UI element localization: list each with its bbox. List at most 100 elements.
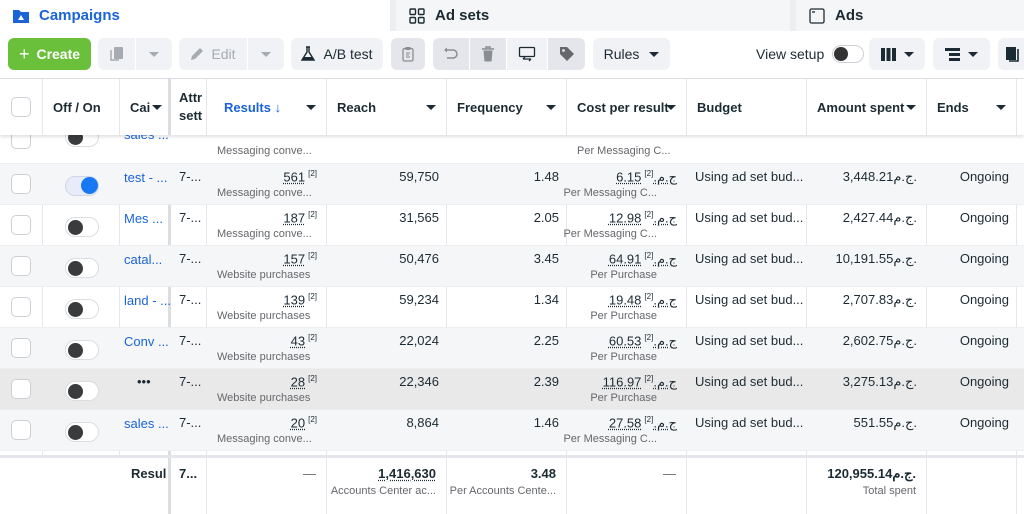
tab-ad-sets[interactable]: Ad sets [390,0,790,31]
chevron-down-icon [996,105,1006,110]
campaign-name-link[interactable]: land - ... [124,293,171,308]
edit-label: Edit [211,46,236,62]
edit-dropdown-button[interactable] [248,38,284,70]
campaign-toggle[interactable] [65,176,99,196]
header-results[interactable]: Results ↓ [207,79,327,135]
campaign-name-link[interactable]: Mes ... [124,211,163,226]
frequency-value: 1.48 [533,169,559,184]
results-value: 139 [283,292,306,308]
campaign-name-link[interactable]: test - ... [124,170,167,185]
table-row[interactable]: ••• 7-... 28 [2] Website purchases 22,346 2.39… [0,369,1024,410]
cost-per-result-value: 64.91ج.م. [608,251,677,267]
undo-icon [444,47,458,59]
results-type: Website purchases [217,310,311,322]
row-checkbox[interactable] [11,297,31,317]
campaign-toggle[interactable] [65,299,99,319]
edit-button[interactable]: Edit [179,38,247,70]
footnote-marker: [2] [644,374,654,383]
amount-spent-value: 2,427.44ج.م. [842,210,917,225]
campaigns-table: Off / On Cai Attr sett Results ↓ Reach F… [0,78,1024,514]
breakdown-button[interactable] [933,38,990,70]
footer-reach-sub: Accounts Center ac... [330,485,436,497]
results-value: 157 [283,251,306,267]
view-setup-toggle[interactable] [832,45,865,63]
table-header: Off / On Cai Attr sett Results ↓ Reach F… [0,79,1024,135]
tag-button[interactable] [548,38,585,70]
header-frequency[interactable]: Frequency [447,79,567,135]
table-row[interactable]: sales ... 7-... 20 [2] Messaging conve... 8,8… [0,410,1024,451]
flask-icon [301,46,316,61]
row-checkbox[interactable] [11,174,31,194]
undo-button[interactable] [433,38,469,70]
campaign-name-link[interactable]: catal... [124,252,162,267]
clipboard-icon [402,47,414,62]
header-toggle: Off / On [43,79,120,135]
header-budget[interactable]: Budget [687,79,807,135]
footnote-marker: [2] [644,169,654,178]
select-all-checkbox[interactable] [11,97,31,117]
toggle-knob [68,425,83,440]
header-campaign[interactable]: Cai [120,79,171,135]
compare-button[interactable] [507,38,547,70]
columns-button[interactable] [869,38,925,70]
toolbar: + Create Edit A/B test Rules View setup [0,38,1024,71]
header-amount-spent[interactable]: Amount spent [807,79,927,135]
row-checkbox[interactable] [11,379,31,399]
cost-type: Per Purchase [590,392,657,404]
table-row[interactable]: land - ... 7-... 139 [2] Website purchases 59… [0,287,1024,328]
delete-button[interactable] [470,38,506,70]
amount-spent-value: 2,707.83ج.م. [842,292,917,307]
folder-icon [12,7,30,25]
footnote-marker: [2] [308,292,317,301]
row-checkbox[interactable] [11,215,31,235]
pencil-icon [191,48,204,60]
ends-value: Ongoing [959,210,1009,225]
tab-campaigns[interactable]: Campaigns [0,0,390,31]
toggle-knob [68,220,83,235]
campaign-toggle[interactable] [65,217,99,237]
cost-type: Per Messaging C... [563,433,657,445]
campaign-toggle[interactable] [65,422,99,442]
row-checkbox[interactable] [11,420,31,440]
duplicate-button[interactable] [98,38,135,70]
cost-type: Per Messaging C... [563,187,657,199]
footer-label-cell: Resul [120,458,171,514]
header-attribution[interactable]: Attr sett [171,79,207,135]
chevron-down-icon [968,51,978,57]
row-checkbox[interactable] [11,256,31,276]
cost-per-result-value: 19.48ج.م. [608,292,677,308]
header-results-label: Results ↓ [224,99,282,115]
budget-value: Using ad set bud... [695,169,804,184]
frequency-value: 1.46 [533,415,559,430]
row-checkbox[interactable] [11,338,31,358]
table-row[interactable]: Conv ... 7-... 43 [2] Website purchases 22,02… [0,328,1024,369]
header-cost-per-result[interactable]: Cost per result [567,79,687,135]
clipboard-button[interactable] [391,38,425,70]
ends-value: Ongoing [959,374,1009,389]
reach-value: 59,234 [399,292,439,307]
rules-button[interactable]: Rules [593,38,670,70]
results-type: Messaging conve... [217,145,312,157]
ends-value: Ongoing [959,415,1009,430]
footnote-marker: [2] [644,251,654,260]
budget-value: Using ad set bud... [695,210,804,225]
header-reach[interactable]: Reach [327,79,447,135]
tab-ads[interactable]: Ads [790,0,1024,31]
campaign-name-link[interactable]: Conv ... [124,334,169,349]
toggle-knob [68,261,83,276]
create-button[interactable]: + Create [8,38,91,70]
campaign-toggle[interactable] [65,381,99,401]
campaign-name-link[interactable]: sales ... [124,416,169,431]
campaign-toggle[interactable] [65,340,99,360]
table-row[interactable]: test - ... 7-... 561 [2] Messaging conve... 5… [0,164,1024,205]
ab-test-button[interactable]: A/B test [291,38,383,70]
header-ends[interactable]: Ends [927,79,1017,135]
more-options-icon[interactable]: ••• [137,374,151,389]
reports-button[interactable] [998,38,1024,70]
duplicate-dropdown-button[interactable] [136,38,172,70]
budget-value: Using ad set bud... [695,374,804,389]
tag-icon [559,47,574,61]
campaign-toggle[interactable] [65,258,99,278]
table-row[interactable]: Mes ... 7-... 187 [2] Messaging conve... 31,5… [0,205,1024,246]
table-row[interactable]: catal... 7-... 157 [2] Website purchases 50,4… [0,246,1024,287]
